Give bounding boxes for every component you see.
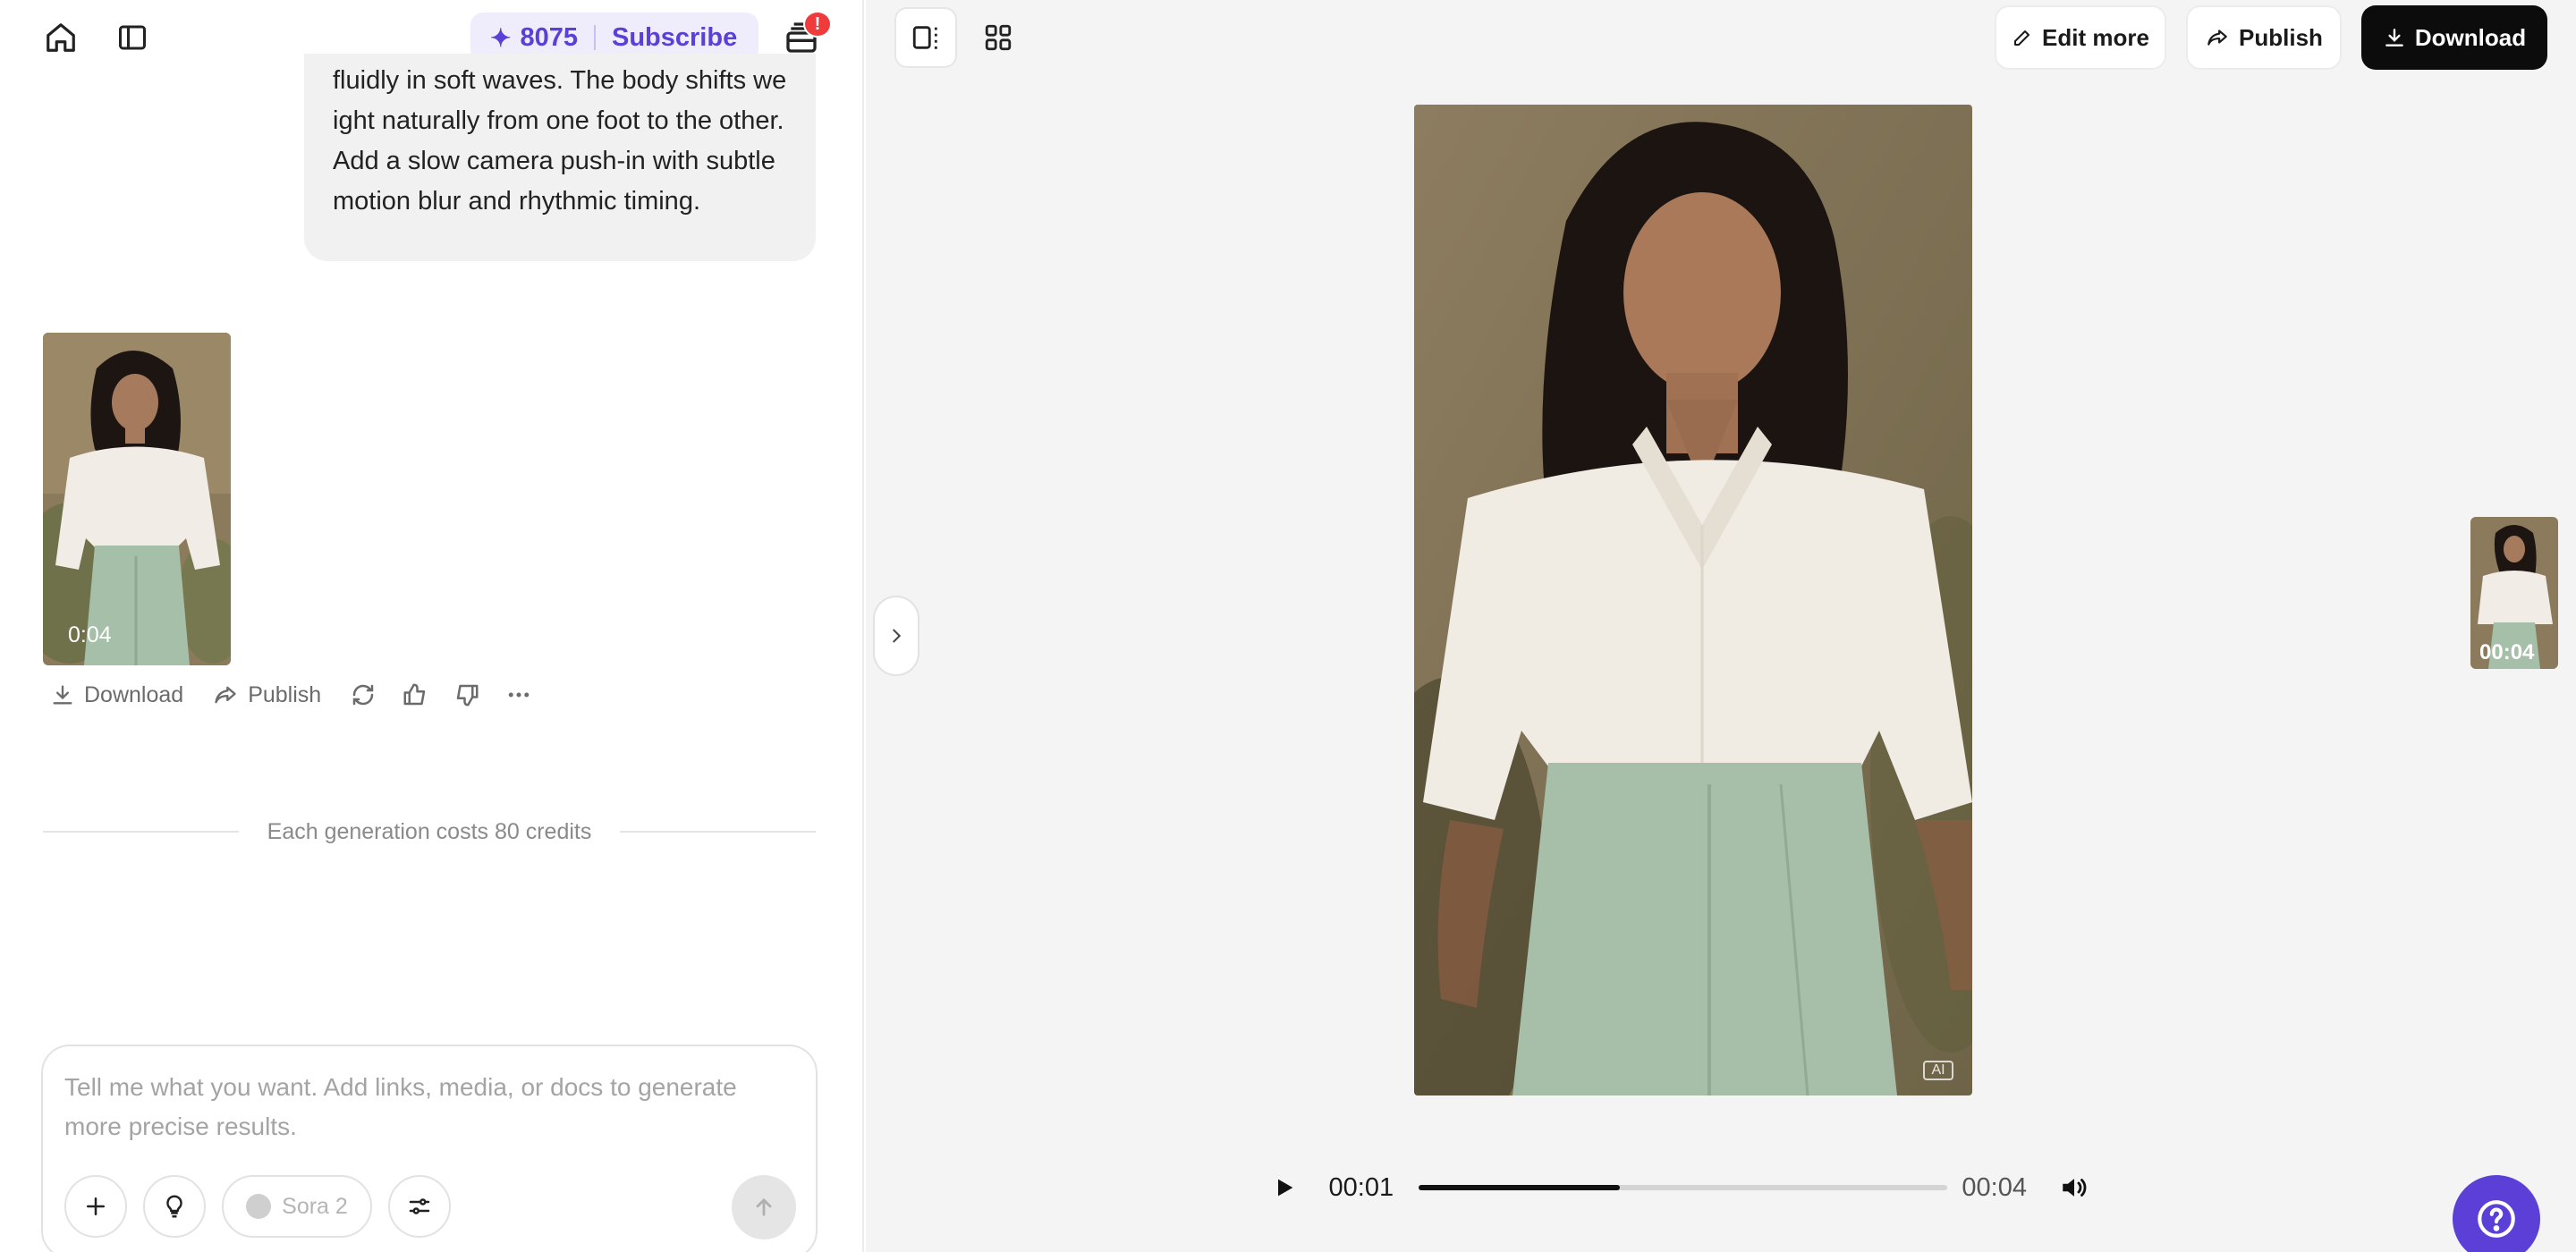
download-icon	[2385, 29, 2403, 47]
lightbulb-icon	[166, 1195, 182, 1218]
result-actions: Download Publish	[50, 678, 557, 712]
sparkle-icon: ✦	[490, 23, 512, 52]
video-player-frame[interactable]	[1414, 105, 1972, 1096]
current-time: 00:01	[1328, 1172, 1394, 1202]
video-progress-fill	[1419, 1185, 1620, 1190]
prompt-input[interactable]	[64, 1068, 798, 1154]
generated-video-thumbnail[interactable]	[43, 333, 231, 665]
ai-watermark-badge: AI	[1923, 1061, 1953, 1080]
send-button[interactable]	[732, 1175, 796, 1239]
arrow-up-icon	[756, 1197, 772, 1216]
pill-divider	[593, 25, 596, 50]
edit-more-button[interactable]: Edit more	[1995, 5, 2166, 70]
video-duration-label: 0:04	[68, 622, 112, 647]
sidebar-icon	[119, 25, 146, 50]
grid-view-button[interactable]	[973, 13, 1023, 63]
refresh-icon	[352, 684, 374, 706]
help-icon	[2478, 1200, 2515, 1238]
home-icon	[47, 23, 75, 52]
plus-icon	[87, 1197, 105, 1215]
download-action-label: Download	[84, 681, 184, 707]
sliders-icon	[409, 1198, 430, 1214]
inspiration-button[interactable]	[143, 1175, 206, 1238]
publish-button[interactable]: Publish	[2186, 5, 2342, 70]
divider-line-left	[43, 831, 239, 833]
credit-cost-divider: Each generation costs 80 credits	[43, 816, 816, 848]
add-attachment-button[interactable]	[64, 1175, 127, 1238]
pencil-icon	[2014, 30, 2030, 46]
play-button[interactable]	[1267, 1170, 1302, 1205]
more-options-button[interactable]	[505, 681, 532, 708]
thumbs-up-icon	[403, 683, 426, 706]
help-button[interactable]	[2453, 1175, 2540, 1252]
total-time: 00:04	[1962, 1172, 2027, 1202]
credit-cost-note: Each generation costs 80 credits	[267, 818, 592, 844]
play-icon	[1277, 1179, 1293, 1197]
video-progress-bar[interactable]	[1419, 1185, 1948, 1190]
publish-action-button[interactable]: Publish	[212, 682, 321, 708]
home-button[interactable]	[39, 18, 82, 57]
volume-button[interactable]	[2059, 1172, 2089, 1203]
download-action-button[interactable]: Download	[50, 682, 183, 708]
notification-badge: !	[803, 11, 832, 38]
video-controls: 00:01 00:04	[1267, 1159, 2089, 1216]
share-icon	[215, 686, 236, 704]
chevron-right-icon	[893, 629, 902, 643]
video-thumbnail-image	[43, 333, 231, 665]
timeline-thumbnail-duration: 00:04	[2479, 640, 2535, 664]
publish-label: Publish	[2239, 23, 2323, 51]
divider-line-right	[620, 831, 816, 833]
credits-count: 8075	[520, 22, 578, 52]
panel-view-icon	[912, 26, 937, 49]
single-view-button[interactable]	[894, 7, 957, 68]
edit-more-label: Edit more	[2042, 23, 2149, 51]
subscribe-link[interactable]: Subscribe	[612, 23, 737, 53]
share-icon	[2207, 30, 2227, 46]
video-frame-image	[1414, 105, 1972, 1096]
volume-icon	[2063, 1179, 2087, 1197]
model-selector[interactable]: Sora 2	[222, 1175, 372, 1238]
settings-button[interactable]	[388, 1175, 451, 1238]
publish-action-label: Publish	[248, 681, 322, 707]
more-icon	[508, 692, 530, 698]
download-button[interactable]: Download	[2361, 5, 2547, 70]
regenerate-button[interactable]	[350, 681, 377, 708]
dislike-button[interactable]	[453, 681, 480, 708]
download-icon	[53, 685, 72, 705]
user-prompt-text: fluidly in soft waves. The body shifts w…	[333, 66, 787, 216]
thumbs-down-icon	[456, 684, 479, 706]
expand-chat-button[interactable]	[873, 596, 919, 676]
toggle-sidebar-button[interactable]	[111, 18, 154, 57]
preview-panel: Edit more Publish Download AI 00:04 00:0…	[866, 0, 2576, 1252]
model-logo-icon	[246, 1194, 272, 1219]
download-label: Download	[2414, 23, 2527, 51]
grid-icon	[985, 24, 1012, 51]
user-prompt-bubble: fluidly in soft waves. The body shifts w…	[304, 54, 816, 261]
like-button[interactable]	[402, 681, 428, 708]
model-name: Sora 2	[282, 1193, 348, 1219]
chat-panel: ✦ 8075 Subscribe ! fluidly in soft waves…	[0, 0, 864, 1252]
prompt-composer: Sora 2	[41, 1045, 818, 1252]
